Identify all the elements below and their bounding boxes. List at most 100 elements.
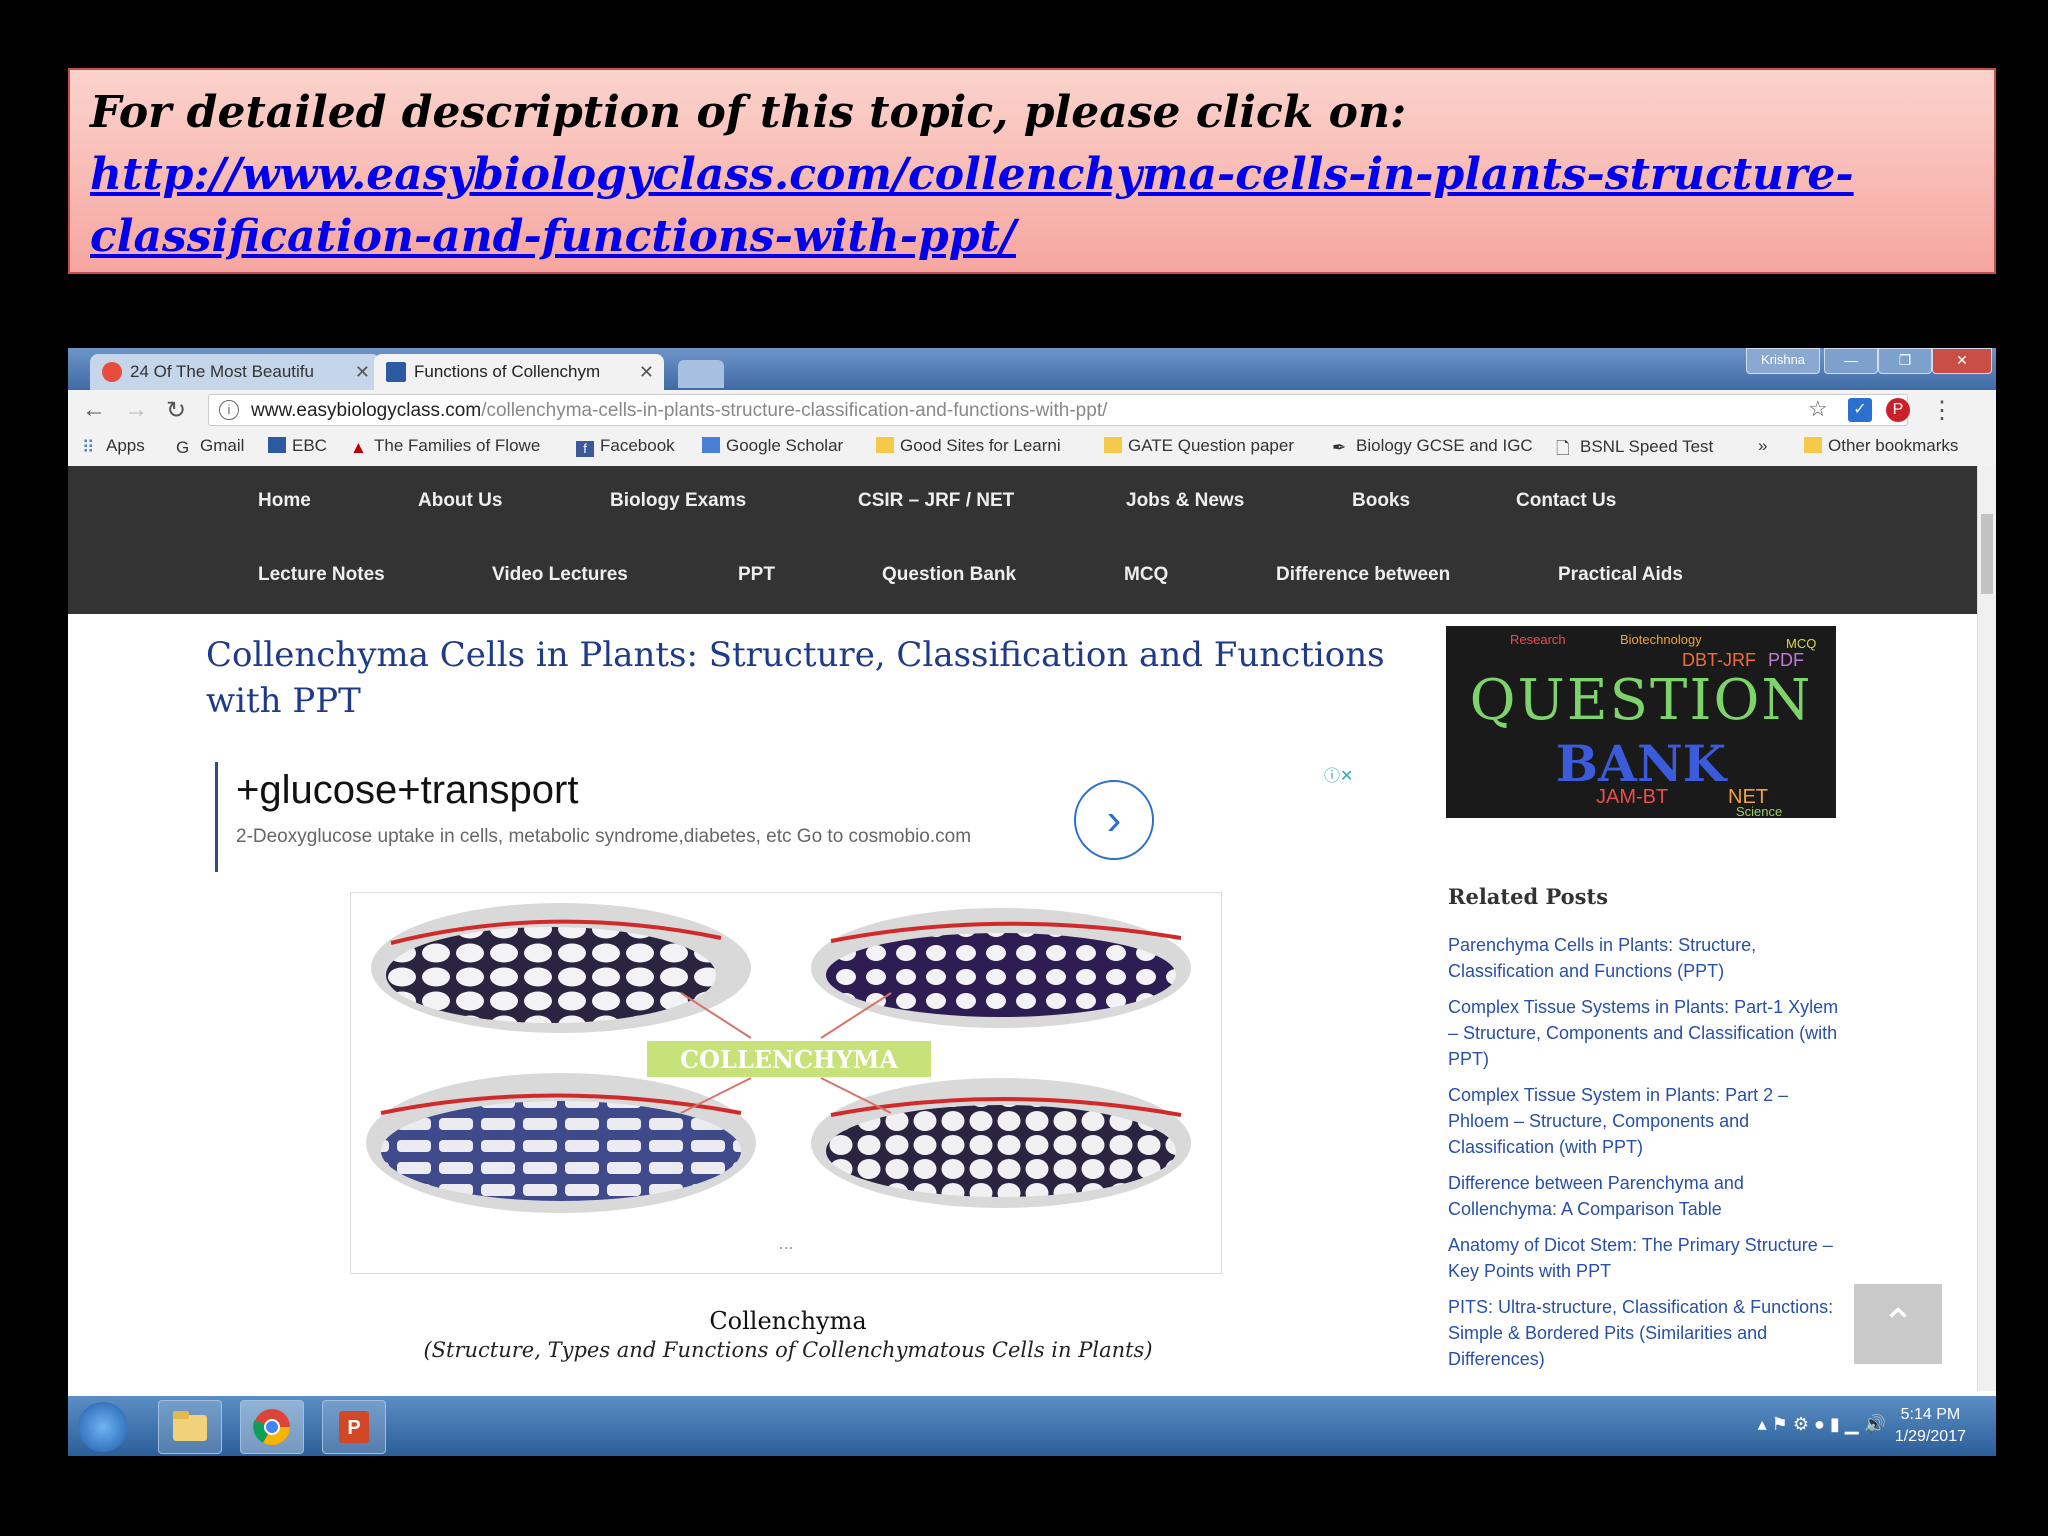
tab-close-icon[interactable]: ✕ [639,354,654,390]
menu-dots-icon[interactable]: ⋮ [1930,396,1954,425]
qbank-word: MCQ [1786,636,1817,651]
clock-time: 5:14 PM [1900,1406,1961,1423]
bookmark-families-of-flowers[interactable]: ▲ The Families of Flowe [350,436,540,457]
related-post-link[interactable]: Complex Tissue System in Plants: Part 2 … [1448,1082,1848,1160]
file-explorer-taskbar-button[interactable] [158,1400,222,1454]
related-post-link[interactable]: Complex Tissue Systems in Plants: Part-1… [1448,994,1848,1072]
bookmark-bsnl-speed-test[interactable]: 🗋 BSNL Speed Test [1556,436,1713,458]
folder-icon [173,1411,207,1441]
bookmark-facebook[interactable]: f Facebook [576,436,675,457]
related-post-link[interactable]: PITS: Ultra-structure, Classification & … [1448,1294,1848,1372]
address-bar-row: ← → ↻ i www.easybiologyclass.com/collenc… [68,390,1996,430]
ad-choices-icon[interactable]: ⓘ✕ [1324,762,1353,786]
nav-jobs-news[interactable]: Jobs & News [1126,490,1244,512]
nav-contact-us[interactable]: Contact Us [1516,490,1616,512]
related-posts-heading: Related Posts [1448,884,1609,909]
reload-icon[interactable]: ↻ [166,396,186,425]
related-post-link[interactable]: Anatomy of Dicot Stem: The Primary Struc… [1448,1232,1848,1284]
windows-taskbar: P ▴ ⚑ ⚙ ● ▮ ▁ 🔊 5:14 PM 1/29/2017 [68,1396,1996,1456]
tab-favicon-icon [386,362,406,382]
related-post-link[interactable]: Difference between Parenchyma and Collen… [1448,1170,1848,1222]
tab-label: Functions of Collenchym [414,362,601,381]
extension-check-icon[interactable]: ✓ [1848,398,1872,422]
scrollbar-thumb[interactable] [1981,514,1993,594]
tab-most-beautiful[interactable]: 24 Of The Most Beautifu ✕ [90,354,380,390]
page-title[interactable]: Collenchyma Cells in Plants: Structure, … [206,632,1406,724]
close-window-button[interactable]: ✕ [1932,348,1992,374]
ad-go-chevron-icon[interactable]: › [1074,780,1154,860]
chrome-taskbar-button[interactable] [240,1400,304,1454]
bookmark-gate-question[interactable]: GATE Question paper [1104,436,1294,456]
bookmark-star-icon[interactable]: ☆ [1808,396,1828,422]
folder-icon [1804,437,1822,453]
minimize-button[interactable]: — [1824,348,1878,374]
nav-practical-aids[interactable]: Practical Aids [1558,564,1683,586]
related-post-link[interactable]: Parenchyma Cells in Plants: Structure, C… [1448,932,1848,984]
url-input[interactable]: i www.easybiologyclass.com/collenchyma-c… [208,394,1908,426]
figure-more: ... [778,1233,794,1253]
nav-biology-exams[interactable]: Biology Exams [610,490,746,512]
scroll-to-top-button[interactable]: ⌃ [1854,1284,1942,1364]
powerpoint-taskbar-button[interactable]: P [322,1400,386,1454]
angular-collenchyma-image [371,903,751,1033]
nav-mcq[interactable]: MCQ [1124,564,1168,586]
google-icon: G [176,438,190,457]
bookmark-google-scholar[interactable]: Google Scholar [702,436,843,456]
user-profile-button[interactable]: Krishna [1746,348,1820,374]
info-icon[interactable]: i [219,400,239,420]
nav-home[interactable]: Home [258,490,311,512]
forward-arrow-icon[interactable]: → [124,396,148,424]
pinterest-icon[interactable]: P [1886,398,1910,422]
question-bank-image[interactable]: Research Biotechnology DBT-JRF PDF MCQ J… [1446,626,1836,818]
new-tab-button[interactable] [678,360,724,388]
qbank-word: Biotechnology [1620,632,1702,647]
topic-banner: For detailed description of this topic, … [68,68,1996,274]
taskbar-clock[interactable]: 5:14 PM 1/29/2017 [1895,1404,1966,1448]
ad-banner[interactable]: +glucose+transport 2-Deoxyglucose uptake… [215,762,1358,872]
system-tray-icons[interactable]: ▴ ⚑ ⚙ ● ▮ ▁ 🔊 [1758,1414,1886,1435]
bookmark-other[interactable]: Other bookmarks [1804,436,1958,456]
facebook-icon: f [576,441,594,457]
nav-difference-between[interactable]: Difference between [1276,564,1450,586]
bookmark-biology-gcse[interactable]: ✒ Biology GCSE and IGC [1332,436,1533,457]
feather-icon: ✒ [1332,438,1347,457]
ad-description[interactable]: 2-Deoxyglucose uptake in cells, metaboli… [236,824,996,850]
bookmarks-overflow-button[interactable]: » [1758,436,1767,456]
lacunar-collenchyma-image [811,908,1191,1028]
site-navigation: Home About Us Biology Exams CSIR – JRF /… [68,466,1978,614]
nav-ppt[interactable]: PPT [738,564,775,586]
ad-headline[interactable]: +glucose+transport [236,768,578,813]
figure-subcaption: (Structure, Types and Functions of Colle… [423,1338,1153,1362]
banner-link-part-1[interactable]: http://www.easybiologyclass.com/collench… [90,144,1974,206]
tab-label: 24 Of The Most Beautifu [130,362,314,381]
bookmark-gmail[interactable]: G Gmail [176,436,244,457]
url-path: /collenchyma-cells-in-plants-structure-c… [481,400,1108,421]
page-content: Collenchyma Cells in Plants: Structure, … [68,614,1978,1391]
ebc-icon [268,437,286,453]
nav-video-lectures[interactable]: Video Lectures [492,564,628,586]
nav-csir-jrf-net[interactable]: CSIR – JRF / NET [858,490,1014,512]
bookmark-ebc[interactable]: EBC [268,436,327,456]
collenchyma-figure: COLLENCHYMA ... [350,892,1222,1274]
nav-about-us[interactable]: About Us [418,490,502,512]
nav-books[interactable]: Books [1352,490,1410,512]
qbank-word: Research [1510,632,1566,647]
nav-question-bank[interactable]: Question Bank [882,564,1016,586]
page-scrollbar[interactable] [1977,466,1996,1391]
banner-link-part-2[interactable]: classification-and-functions-with-ppt/ [90,206,1974,268]
page-icon: 🗋 [1556,439,1570,458]
bookmark-good-sites[interactable]: Good Sites for Learni [876,436,1061,456]
back-arrow-icon[interactable]: ← [82,396,106,424]
qbank-question-text: QUESTION [1469,668,1813,733]
collenchyma-diagram: COLLENCHYMA [366,903,1191,1213]
bookmark-apps[interactable]: ⠿ Apps [82,436,145,457]
maximize-button[interactable]: ❐ [1878,348,1932,374]
nav-lecture-notes[interactable]: Lecture Notes [258,564,385,586]
tab-close-icon[interactable]: ✕ [355,354,370,390]
start-button[interactable] [78,1402,128,1452]
bookmarks-bar: ⠿ Apps G Gmail EBC ▲ The Families of Flowe … [68,430,1996,467]
tab-collenchyma[interactable]: Functions of Collenchym ✕ [374,354,664,390]
qbank-word: Science [1736,804,1783,818]
qbank-bank-text: BANK [1555,734,1727,793]
lamellar-collenchyma-image [366,1073,756,1213]
